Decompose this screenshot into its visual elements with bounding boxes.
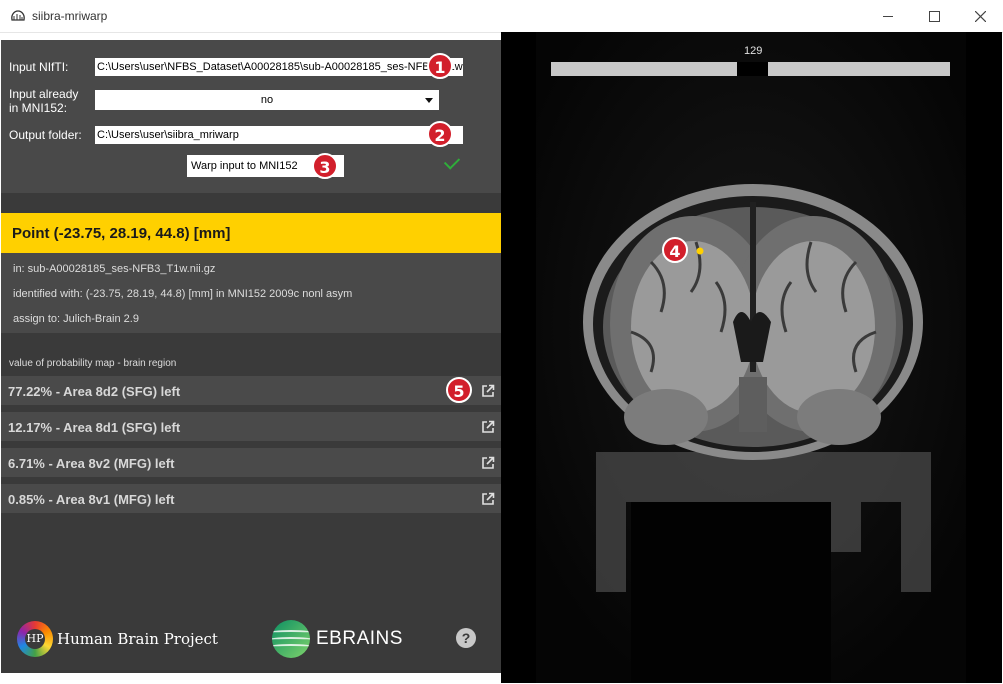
external-link-icon[interactable] [481,492,495,506]
maximize-icon [928,10,940,22]
region-row: 6.71% - Area 8v2 (MFG) left [1,448,501,477]
external-link-icon[interactable] [481,456,495,470]
region-row: 77.22% - Area 8d2 (SFG) left 5 [1,376,501,405]
region-label: 0.85% - Area 8v1 (MFG) left [8,492,175,507]
title-bar: siibra-mriwarp [0,0,1003,33]
external-link-icon[interactable] [481,384,495,398]
chevron-down-icon [425,98,433,103]
point-header: Point (-23.75, 28.19, 44.8) [mm] [1,213,501,253]
region-row: 12.17% - Area 8d1 (SFG) left [1,412,501,441]
left-panel: Input NIfTI: C:\Users\user\NFBS_Dataset\… [1,40,501,673]
annotation-badge-3: 3 [312,153,338,179]
input-form: Input NIfTI: C:\Users\user\NFBS_Dataset\… [1,40,501,193]
minimize-button[interactable] [865,0,911,32]
annotation-badge-2: 2 [427,121,453,147]
region-row: 0.85% - Area 8v1 (MFG) left [1,484,501,513]
input-nifti-label: Input NIfTI: [9,60,69,74]
hbp-logo-link[interactable]: HP Human Brain Project [17,621,218,657]
external-link-icon[interactable] [481,420,495,434]
output-folder-field[interactable]: C:\Users\user\siibra_mriwarp [95,126,463,144]
mni-label-line2: in MNI152: [9,101,68,115]
annotation-badge-5: 5 [446,377,472,403]
mni-label-line1: Input already [9,87,79,101]
input-nifti-field[interactable]: C:\Users\user\NFBS_Dataset\A00028185\sub… [95,58,463,76]
close-button[interactable] [957,0,1003,32]
mni-select-value: no [260,94,274,106]
checkmark-icon [443,153,461,170]
slice-slider[interactable] [551,62,950,76]
slice-value: 129 [744,45,763,57]
ebrains-logo-icon[interactable] [272,620,310,658]
point-info: in: sub-A00028185_ses-NFB3_T1w.nii.gz id… [1,253,501,333]
close-icon [974,10,986,22]
mri-slice-image[interactable] [501,32,1002,683]
point-input-file: in: sub-A00028185_ses-NFB3_T1w.nii.gz [13,263,216,275]
region-label: 6.71% - Area 8v2 (MFG) left [8,456,175,471]
point-assign: assign to: Julich-Brain 2.9 [13,313,139,325]
mni-select[interactable]: no [95,90,439,110]
maximize-button[interactable] [911,0,957,32]
mri-viewer[interactable]: 129 4 [501,32,1002,683]
window-title: siibra-mriwarp [32,9,108,23]
slice-slider-handle[interactable] [737,62,768,76]
ebrains-text[interactable]: EBRAINS [316,628,403,650]
help-icon[interactable]: ? [456,628,476,648]
hbp-text: Human Brain Project [57,630,218,648]
hbp-logo-icon: HP [17,621,53,657]
hbp-logo-mark: HP [25,629,45,649]
output-folder-label: Output folder: [9,128,82,142]
region-label: 12.17% - Area 8d1 (SFG) left [8,420,181,435]
probability-caption: value of probability map - brain region [9,358,177,369]
point-identified: identified with: (-23.75, 28.19, 44.8) [… [13,288,353,300]
app-icon [11,10,25,21]
region-label: 77.22% - Area 8d2 (SFG) left [8,384,181,399]
point-title: Point (-23.75, 28.19, 44.8) [mm] [12,225,231,242]
annotation-badge-1: 1 [427,53,453,79]
annotation-badge-4: 4 [662,237,688,263]
minimize-icon [883,15,893,17]
